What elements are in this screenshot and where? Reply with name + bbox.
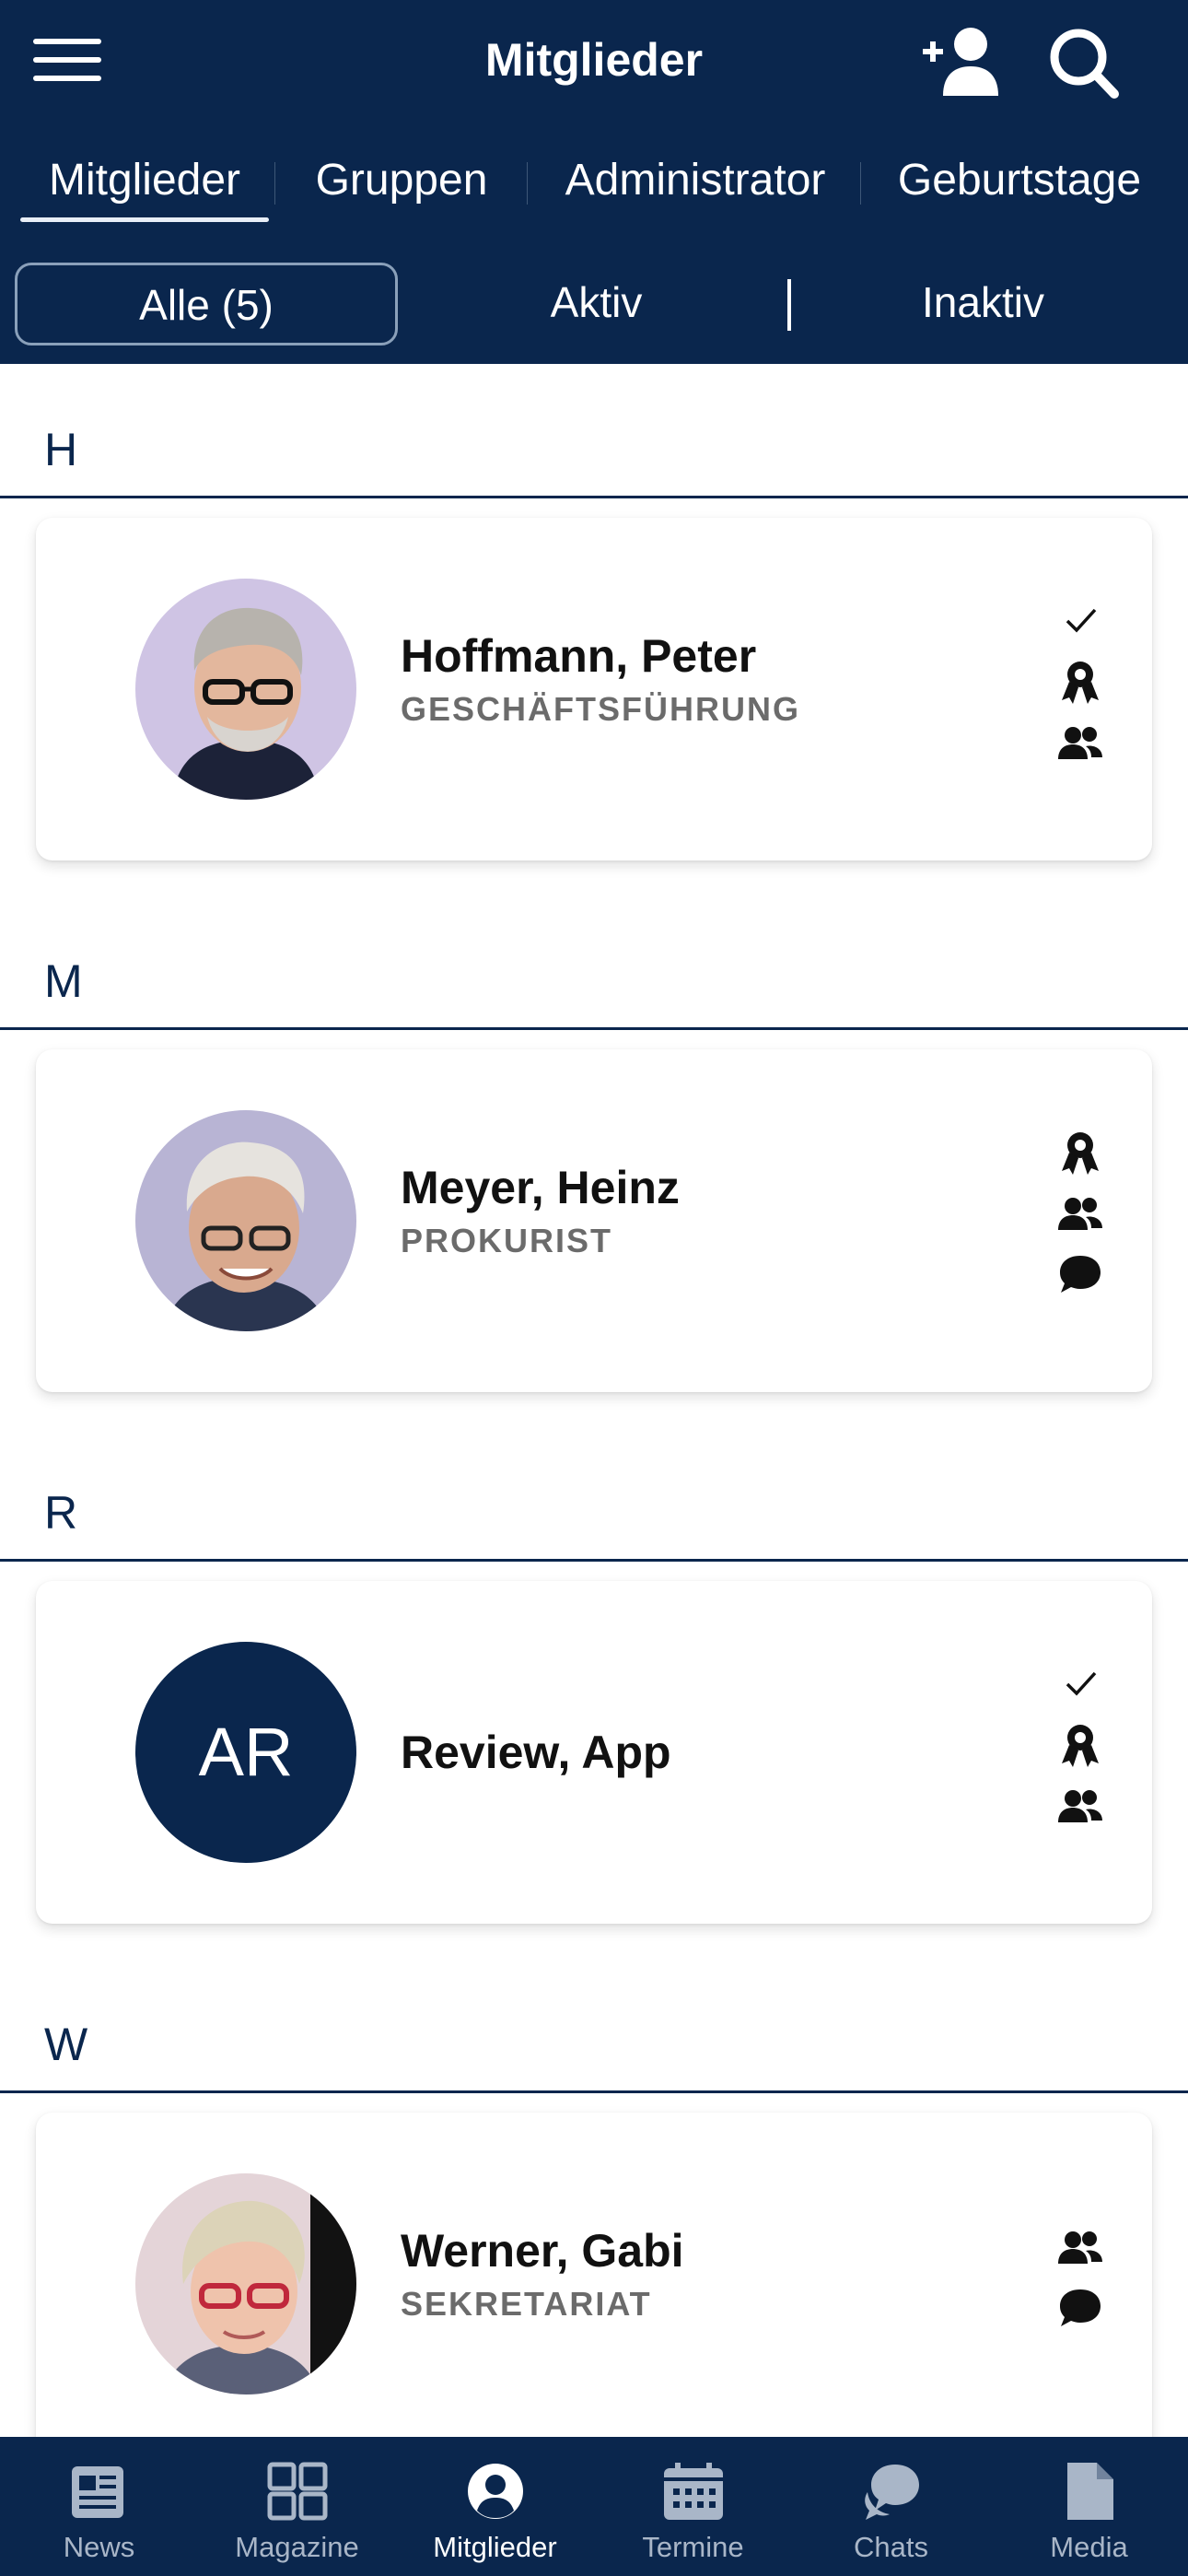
member-card-werner[interactable]: Werner, Gabi SEKRETARIAT [36, 2113, 1152, 2437]
nav-news[interactable]: News [0, 2437, 198, 2576]
award-icon [1049, 658, 1112, 706]
newspaper-icon [66, 2459, 133, 2523]
nav-label: Chats [854, 2531, 928, 2563]
tab-divider [274, 162, 275, 205]
award-icon [1049, 1129, 1112, 1177]
chat-bubbles-icon [858, 2459, 925, 2523]
group-icon [1049, 1782, 1112, 1830]
tab-bar: Mitglieder Gruppen Administrator Geburts… [0, 138, 1188, 227]
group-icon [1049, 1189, 1112, 1237]
award-icon [1049, 1721, 1112, 1769]
avatar [135, 579, 356, 800]
section-r: R AR Review, App [0, 1427, 1188, 1959]
nav-termine[interactable]: Termine [594, 2437, 792, 2576]
member-card-meyer[interactable]: Meyer, Heinz PROKURIST [36, 1049, 1152, 1392]
add-user-icon[interactable] [917, 20, 1009, 103]
nav-media[interactable]: Media [990, 2437, 1188, 2576]
chat-icon [1049, 2284, 1112, 2332]
nav-label: Mitglieder [433, 2531, 557, 2563]
section-divider [0, 496, 1188, 498]
page-title: Mitglieder [484, 34, 704, 86]
file-icon [1056, 2459, 1123, 2523]
check-icon [1049, 597, 1112, 645]
user-circle-icon [462, 2459, 529, 2523]
bottom-nav: News Magazine Mitglieder Termine Chats M… [0, 2437, 1188, 2576]
section-divider [0, 1027, 1188, 1030]
member-name: Review, App [401, 1727, 671, 1778]
section-w: W Werner, Gabi SEKRETARIAT [0, 1959, 1188, 2437]
member-card-hoffmann[interactable]: Hoffmann, Peter GESCHÄFTSFÜHRUNG [36, 518, 1152, 861]
section-divider [0, 1559, 1188, 1562]
tab-divider [860, 162, 861, 205]
chat-icon [1049, 1250, 1112, 1298]
member-role: SEKRETARIAT [401, 2285, 652, 2323]
member-name: Meyer, Heinz [401, 1162, 680, 1213]
app-header: Mitglieder Mitglieder Gruppen Administra… [0, 0, 1188, 364]
filter-aktiv[interactable]: Aktiv [442, 263, 751, 345]
member-list[interactable]: H Hoffmann, Peter GESCHÄFTSFÜHRUNG M Mey… [0, 364, 1188, 2437]
check-icon [1049, 1660, 1112, 1708]
group-icon [1049, 719, 1112, 767]
nav-magazine[interactable]: Magazine [198, 2437, 396, 2576]
section-letter: R [44, 1487, 78, 1539]
section-letter: H [44, 424, 78, 475]
nav-label: Termine [642, 2531, 744, 2563]
member-role: GESCHÄFTSFÜHRUNG [401, 690, 800, 728]
group-icon [1049, 2223, 1112, 2271]
calendar-icon [660, 2459, 727, 2523]
avatar [135, 1110, 356, 1331]
nav-label: Media [1050, 2531, 1128, 2563]
section-h: H Hoffmann, Peter GESCHÄFTSFÜHRUNG [0, 364, 1188, 896]
tab-divider [527, 162, 528, 205]
avatar-initials: AR [135, 1642, 356, 1863]
tab-gruppen[interactable]: Gruppen [282, 138, 521, 227]
tab-geburtstage[interactable]: Geburtstage [868, 138, 1171, 227]
filter-bar: Alle (5) Aktiv Inaktiv [0, 263, 1188, 345]
section-m: M Meyer, Heinz PROKURIST [0, 896, 1188, 1427]
filter-alle[interactable]: Alle (5) [15, 263, 398, 345]
member-card-review[interactable]: AR Review, App [36, 1581, 1152, 1924]
nav-label: Magazine [235, 2531, 359, 2563]
section-letter: W [44, 2019, 88, 2070]
tab-mitglieder[interactable]: Mitglieder [20, 138, 269, 227]
grid-icon [264, 2459, 331, 2523]
filter-inaktiv[interactable]: Inaktiv [829, 263, 1137, 345]
nav-label: News [63, 2531, 135, 2563]
tab-administrator[interactable]: Administrator [534, 138, 856, 227]
search-icon[interactable] [1037, 20, 1129, 103]
member-name: Hoffmann, Peter [401, 630, 757, 682]
nav-mitglieder[interactable]: Mitglieder [396, 2437, 594, 2576]
nav-chats[interactable]: Chats [792, 2437, 990, 2576]
section-letter: M [44, 955, 83, 1007]
member-name: Werner, Gabi [401, 2225, 684, 2277]
filter-divider [787, 279, 791, 331]
member-role: PROKURIST [401, 1222, 613, 1259]
section-divider [0, 2090, 1188, 2093]
top-bar: Mitglieder [0, 0, 1188, 124]
avatar [135, 2173, 356, 2395]
